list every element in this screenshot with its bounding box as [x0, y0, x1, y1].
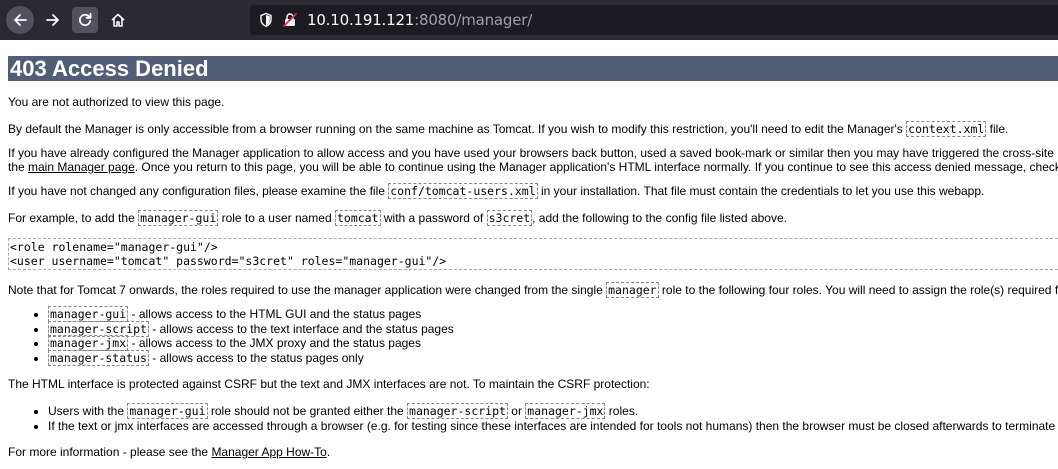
url-text: 10.10.191.121:8080/manager/: [307, 11, 532, 29]
text-span: Users with the: [48, 404, 128, 418]
csrf-protection-paragraph: The HTML interface is protected against …: [8, 377, 650, 391]
role-code: manager-gui: [48, 306, 129, 322]
text-span: . Once you return to this page, you will…: [134, 160, 1058, 174]
code-manager-gui: manager-gui: [138, 210, 219, 226]
address-bar[interactable]: 10.10.191.121:8080/manager/: [250, 5, 1058, 35]
page-content: 403 Access Denied You are not authorized…: [0, 40, 1058, 459]
text-span: role should not be granted either the: [207, 404, 408, 418]
config-example-block: <role rolename="manager-gui"/> <user use…: [8, 238, 1058, 270]
code-manager: manager: [606, 282, 659, 298]
forward-button[interactable]: [39, 6, 67, 34]
shield-icon[interactable]: [259, 12, 273, 28]
code-context-xml: context.xml: [906, 121, 987, 137]
text-span: If you have not changed any configuratio…: [8, 184, 389, 198]
page-title: 403 Access Denied: [8, 56, 1058, 81]
reload-icon: [79, 12, 92, 27]
role-desc: - allows access to the status pages only: [148, 350, 364, 365]
text-span: file.: [986, 122, 1009, 136]
text-span: .: [326, 445, 331, 459]
text-span: with a password of: [380, 211, 487, 225]
text-span: If you have already configured the Manag…: [8, 146, 1058, 160]
text-span: , add the following to the config file l…: [532, 211, 787, 225]
text-span: role to the following four roles. You wi…: [658, 283, 1058, 297]
forward-arrow-icon: [46, 14, 59, 26]
code-manager-script: manager-script: [407, 403, 508, 419]
csrf-list: Users with the manager-gui role should n…: [8, 403, 1058, 434]
text-span: or: [507, 404, 526, 418]
text-span: the: [8, 160, 29, 174]
code-manager-gui: manager-gui: [127, 403, 208, 419]
text-span: For example, to add the: [8, 211, 139, 225]
url-path: :8080/manager/: [414, 11, 533, 29]
default-access-paragraph: By default the Manager is only accessibl…: [8, 121, 1058, 137]
roles-note-paragraph: Note that for Tomcat 7 onwards, the role…: [8, 282, 1058, 298]
reload-button[interactable]: [72, 7, 98, 33]
text-span: role to a user named: [218, 211, 335, 225]
text-span: roles.: [605, 404, 639, 418]
config-files-paragraph: If you have not changed any configuratio…: [8, 183, 1058, 199]
code-s3cret: s3cret: [486, 210, 533, 226]
role-desc: - allows access to the HTML GUI and the …: [128, 307, 422, 321]
role-code: manager-status: [48, 349, 149, 366]
text-span: in your installation. That file must con…: [537, 184, 985, 198]
role-code: manager-jmx: [48, 335, 129, 351]
more-info-paragraph: For more information - please see the Ma…: [8, 445, 1058, 459]
code-tomcat-users-xml: conf/tomcat-users.xml: [388, 183, 538, 199]
role-desc: - allows access to the JMX proxy and the…: [128, 336, 421, 350]
not-authorized-text: You are not authorized to view this page…: [8, 95, 225, 109]
browser-toolbar: 10.10.191.121:8080/manager/: [0, 0, 1058, 40]
pre-line: <role rolename="manager-gui"/>: [10, 240, 218, 254]
home-icon: [111, 13, 125, 27]
home-button[interactable]: [104, 6, 132, 34]
text-span: Note that for Tomcat 7 onwards, the role…: [8, 283, 607, 297]
text-span: For more information - please see the: [8, 445, 212, 459]
pre-line: <user username="tomcat" password="s3cret…: [10, 254, 447, 268]
roles-list: manager-gui - allows access to the HTML …: [8, 306, 1058, 366]
code-manager-jmx: manager-jmx: [525, 403, 606, 419]
url-host: 10.10.191.121: [307, 11, 415, 29]
csrf-backbutton-paragraph: If you have already configured the Manag…: [8, 146, 1058, 174]
code-tomcat: tomcat: [334, 210, 381, 226]
list-item: manager-jmx - allows access to the JMX p…: [48, 335, 1058, 351]
main-manager-page-link[interactable]: main Manager page: [28, 160, 135, 174]
back-arrow-icon: [14, 14, 27, 26]
list-item: manager-gui - allows access to the HTML …: [48, 306, 1058, 322]
list-item: manager-status - allows access to the st…: [48, 349, 1058, 366]
back-button[interactable]: [6, 6, 34, 34]
example-paragraph: For example, to add the manager-gui role…: [8, 210, 1058, 226]
text-span: By default the Manager is only accessibl…: [8, 122, 907, 136]
manager-howto-link[interactable]: Manager App How-To: [211, 445, 326, 459]
list-item: If the text or jmx interfaces are access…: [48, 419, 1058, 434]
role-desc: - allows access to the text interface an…: [148, 321, 454, 336]
list-item: manager-script - allows access to the te…: [48, 320, 1058, 337]
insecure-lock-icon[interactable]: [282, 12, 298, 28]
list-item: Users with the manager-gui role should n…: [48, 403, 1058, 419]
